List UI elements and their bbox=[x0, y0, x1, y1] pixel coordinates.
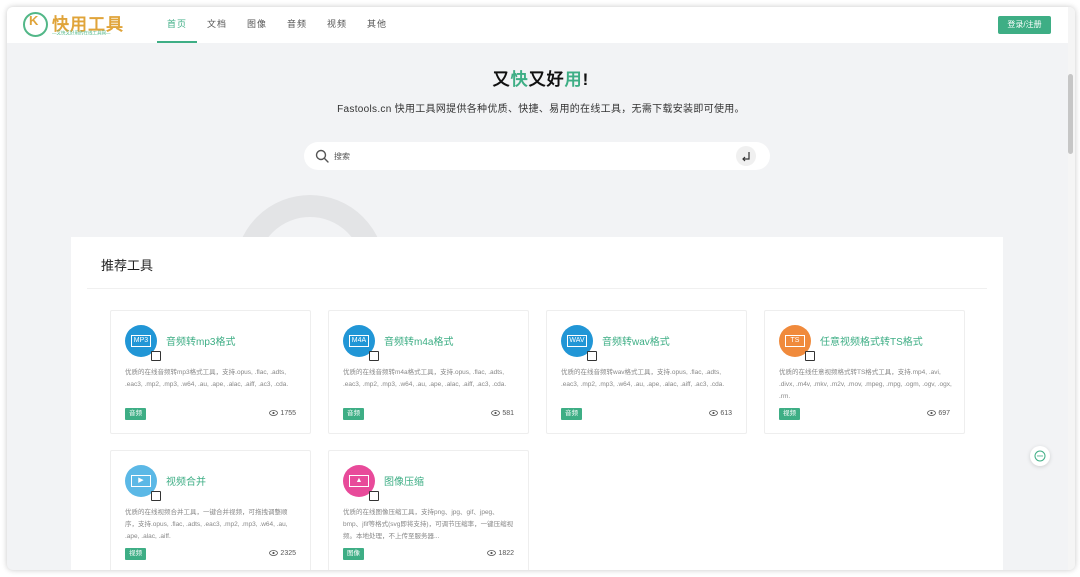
tool-description: 优质的在线音频转wav格式工具，支持.opus, .flac, .adts, .… bbox=[561, 369, 725, 388]
view-count: 613 bbox=[709, 408, 732, 420]
eye-icon bbox=[709, 410, 719, 417]
mp3-file-icon: MP3 bbox=[125, 325, 161, 361]
site-logo[interactable]: K 快用工具 —又快又好用的在线工具网— bbox=[23, 10, 133, 40]
scrollbar-thumb[interactable] bbox=[1068, 74, 1073, 154]
nav-item-home[interactable]: 首页 bbox=[157, 7, 197, 43]
eye-icon bbox=[269, 550, 279, 557]
tool-card[interactable]: WAV 音频转wav格式 优质的在线音频转wav格式工具，支持.opus, .f… bbox=[546, 310, 747, 434]
search-input[interactable] bbox=[334, 147, 724, 165]
enter-icon bbox=[742, 152, 750, 162]
category-tag[interactable]: 视频 bbox=[779, 408, 800, 420]
view-count: 1822 bbox=[487, 548, 514, 560]
tool-name[interactable]: 图像压缩 bbox=[384, 473, 424, 488]
category-tag[interactable]: 图像 bbox=[343, 548, 364, 560]
view-count: 1755 bbox=[269, 408, 296, 420]
tool-card[interactable]: TS 任意视频格式转TS格式 优质的在线任意视频格式转TS格式工具，支持.mp4… bbox=[764, 310, 965, 434]
view-count: 581 bbox=[491, 408, 514, 420]
category-tag[interactable]: 音频 bbox=[125, 408, 146, 420]
tool-name[interactable]: 任意视频格式转TS格式 bbox=[820, 333, 923, 348]
category-tag[interactable]: 音频 bbox=[561, 408, 582, 420]
search-icon bbox=[315, 149, 329, 163]
nav-item-audio[interactable]: 音频 bbox=[277, 7, 317, 43]
hero-subtitle: Fastools.cn 快用工具网提供各种优质、快捷、易用的在线工具，无需下载安… bbox=[337, 104, 745, 115]
search-enter-button[interactable] bbox=[736, 146, 756, 166]
eye-icon bbox=[487, 550, 497, 557]
tool-card[interactable]: ▲ 图像压缩 优质的在线图像压缩工具，支持png、jpg、gif、jpeg、bm… bbox=[328, 450, 529, 570]
browser-frame: K 快用工具 —又快又好用的在线工具网— 首页 文档 图像 音频 视频 其他 登… bbox=[7, 7, 1075, 570]
divider bbox=[87, 288, 987, 289]
tool-description: 优质的在线视频合并工具，一键合并视频，可拖拽调整顺序，支持.opus, .fla… bbox=[125, 509, 288, 540]
tool-description: 优质的在线音频转mp3格式工具，支持.opus, .flac, .adts, .… bbox=[125, 369, 289, 388]
tool-description: 优质的在线音频转m4a格式工具，支持.opus, .flac, .adts, .… bbox=[343, 369, 507, 388]
nav-item-video[interactable]: 视频 bbox=[317, 7, 357, 43]
view-count: 697 bbox=[927, 408, 950, 420]
tool-card[interactable]: M4A 音频转m4a格式 优质的在线音频转m4a格式工具，支持.opus, .f… bbox=[328, 310, 529, 434]
search-bar bbox=[304, 142, 770, 170]
recommended-tools-panel: 推荐工具 MP3 音频转mp3格式 优质的在线音频转mp3格式工具，支持.opu… bbox=[71, 237, 1003, 570]
tool-name[interactable]: 音频转mp3格式 bbox=[166, 333, 235, 348]
hero-title: 又快又好用! bbox=[492, 70, 590, 89]
m4a-file-icon: M4A bbox=[343, 325, 379, 361]
eye-icon bbox=[491, 410, 501, 417]
chat-bubble-icon bbox=[1034, 450, 1046, 462]
video-merge-icon: ▶ bbox=[125, 465, 161, 501]
tool-name[interactable]: 音频转m4a格式 bbox=[384, 333, 453, 348]
tool-description: 优质的在线任意视频格式转TS格式工具，支持.mp4, .avi, .divx, … bbox=[779, 369, 952, 400]
panel-title: 推荐工具 bbox=[101, 258, 154, 273]
wav-file-icon: WAV bbox=[561, 325, 597, 361]
login-register-button[interactable]: 登录/注册 bbox=[998, 16, 1051, 34]
tool-name[interactable]: 视频合并 bbox=[166, 473, 206, 488]
eye-icon bbox=[927, 410, 937, 417]
main-nav: 首页 文档 图像 音频 视频 其他 bbox=[157, 7, 397, 43]
chat-float-button[interactable] bbox=[1030, 446, 1050, 466]
nav-item-image[interactable]: 图像 bbox=[237, 7, 277, 43]
ts-video-icon: TS bbox=[779, 325, 815, 361]
tool-description: 优质的在线图像压缩工具，支持png、jpg、gif、jpeg、bmp、jfif等… bbox=[343, 509, 514, 540]
category-tag[interactable]: 音频 bbox=[343, 408, 364, 420]
tool-name[interactable]: 音频转wav格式 bbox=[602, 333, 670, 348]
nav-item-other[interactable]: 其他 bbox=[357, 7, 397, 43]
category-tag[interactable]: 视频 bbox=[125, 548, 146, 560]
nav-item-docs[interactable]: 文档 bbox=[197, 7, 237, 43]
tool-card[interactable]: ▶ 视频合并 优质的在线视频合并工具，一键合并视频，可拖拽调整顺序，支持.opu… bbox=[110, 450, 311, 570]
view-count: 2325 bbox=[269, 548, 296, 560]
top-navbar: K 快用工具 —又快又好用的在线工具网— 首页 文档 图像 音频 视频 其他 登… bbox=[7, 7, 1075, 43]
logo-slogan: —又快又好用的在线工具网— bbox=[52, 30, 111, 37]
eye-icon bbox=[269, 410, 279, 417]
image-compress-icon: ▲ bbox=[343, 465, 379, 501]
tool-card[interactable]: MP3 音频转mp3格式 优质的在线音频转mp3格式工具，支持.opus, .f… bbox=[110, 310, 311, 434]
